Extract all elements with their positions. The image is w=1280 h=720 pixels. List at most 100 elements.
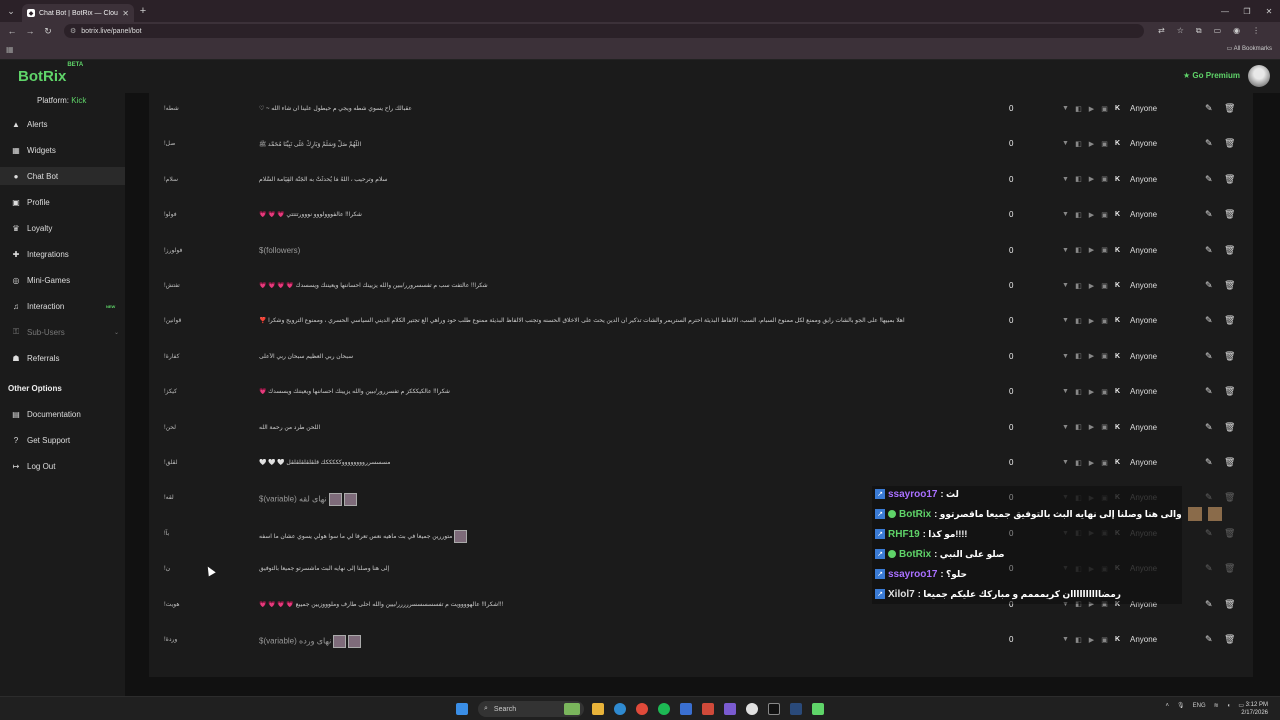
trovo-icon[interactable]: ▣ — [1100, 104, 1109, 113]
delete-icon[interactable]: 🗑 — [1224, 315, 1235, 326]
kick-icon[interactable]: K — [1113, 352, 1122, 361]
trovo-icon[interactable]: ▣ — [1100, 423, 1109, 432]
edit-icon[interactable]: ✎ — [1205, 634, 1213, 645]
trovo-icon[interactable]: ▣ — [1100, 175, 1109, 184]
youtube-icon[interactable]: ▶ — [1087, 281, 1096, 290]
edit-icon[interactable]: ✎ — [1205, 492, 1213, 503]
chat-icon[interactable]: ◧ — [1074, 635, 1083, 644]
trovo-icon[interactable]: ▣ — [1100, 246, 1109, 255]
permission-level[interactable]: Anyone — [1130, 281, 1157, 290]
kick-icon[interactable]: K — [1113, 635, 1122, 644]
permission-level[interactable]: Anyone — [1130, 210, 1157, 219]
chat-icon[interactable]: ◧ — [1074, 423, 1083, 432]
kick-icon[interactable]: K — [1113, 104, 1122, 113]
twitch-icon[interactable]: ▼ — [1061, 281, 1070, 290]
chevron-up-icon[interactable]: ˄ — [1166, 703, 1170, 709]
app-icon[interactable] — [768, 703, 780, 715]
delete-icon[interactable]: 🗑 — [1224, 280, 1235, 291]
site-info-icon[interactable]: ⚙ — [70, 27, 76, 35]
edit-icon[interactable]: ✎ — [1205, 209, 1213, 220]
chat-icon[interactable]: ◧ — [1074, 139, 1083, 148]
tab-search-icon[interactable]: ⌄ — [0, 0, 22, 22]
profile-icon[interactable]: ◉ — [1233, 26, 1240, 36]
close-window-icon[interactable]: ✕ — [1258, 0, 1280, 22]
kick-icon[interactable]: K — [1113, 246, 1122, 255]
youtube-icon[interactable]: ▶ — [1087, 246, 1096, 255]
delete-icon[interactable]: 🗑 — [1224, 138, 1235, 149]
edit-icon[interactable]: ✎ — [1205, 245, 1213, 256]
youtube-icon[interactable]: ▶ — [1087, 104, 1096, 113]
twitch-icon[interactable]: ▼ — [1061, 458, 1070, 467]
chat-icon[interactable]: ◧ — [1074, 246, 1083, 255]
forward-icon[interactable]: → — [24, 26, 36, 36]
tab-close-icon[interactable]: ✕ — [122, 9, 129, 18]
spotify-icon[interactable] — [658, 703, 670, 715]
delete-icon[interactable]: 🗑 — [1224, 245, 1235, 256]
extensions-icon[interactable]: ⧉ — [1196, 26, 1202, 36]
sidebar-item-integrations[interactable]: ✚ Integrations — [0, 245, 125, 263]
go-premium-button[interactable]: ★ Go Premium — [1183, 71, 1240, 80]
kick-icon[interactable]: K — [1113, 210, 1122, 219]
edit-icon[interactable]: ✎ — [1205, 103, 1213, 114]
edit-icon[interactable]: ✎ — [1205, 528, 1213, 539]
sidepanel-icon[interactable]: ▭ — [1214, 26, 1222, 36]
chat-icon[interactable]: ◧ — [1074, 281, 1083, 290]
youtube-icon[interactable]: ▶ — [1087, 423, 1096, 432]
sidebar-item-profile[interactable]: ▣ Profile — [0, 193, 125, 211]
file-explorer-icon[interactable] — [592, 703, 604, 715]
steam-icon[interactable] — [790, 703, 802, 715]
menu-icon[interactable]: ⋮ — [1252, 26, 1260, 36]
translate-icon[interactable]: ⇄ — [1158, 26, 1165, 36]
edit-icon[interactable]: ✎ — [1205, 138, 1213, 149]
chat-icon[interactable]: ◧ — [1074, 458, 1083, 467]
wifi-icon[interactable]: ≋ — [1214, 702, 1219, 709]
back-icon[interactable]: ← — [6, 26, 18, 36]
kick-icon[interactable]: K — [1113, 139, 1122, 148]
minimize-icon[interactable]: — — [1214, 0, 1236, 22]
delete-icon[interactable]: 🗑 — [1224, 492, 1235, 503]
permission-level[interactable]: Anyone — [1130, 635, 1157, 644]
chat-icon[interactable]: ◧ — [1074, 175, 1083, 184]
twitch-icon[interactable]: ▼ — [1061, 352, 1070, 361]
edit-icon[interactable]: ✎ — [1205, 422, 1213, 433]
kick-icon[interactable] — [812, 703, 824, 715]
chat-icon[interactable]: ◧ — [1074, 316, 1083, 325]
browser-tab[interactable]: ◆ Chat Bot | BotRix — Cloud Strea ✕ — [22, 4, 134, 22]
windows-start-icon[interactable] — [456, 703, 468, 715]
avatar[interactable] — [1248, 65, 1270, 87]
sidebar-item-get-support[interactable]: ? Get Support — [0, 431, 125, 449]
twitch-icon[interactable]: ▼ — [1061, 246, 1070, 255]
sidebar-item-log-out[interactable]: ↦ Log Out — [0, 457, 125, 475]
permission-level[interactable]: Anyone — [1130, 387, 1157, 396]
volume-icon[interactable]: ◖ — [1227, 703, 1231, 709]
chat-icon[interactable]: ◧ — [1074, 210, 1083, 219]
maximize-icon[interactable]: ❐ — [1236, 0, 1258, 22]
edge-icon[interactable] — [614, 703, 626, 715]
youtube-icon[interactable]: ▶ — [1087, 175, 1096, 184]
apps-icon[interactable]: ▦ — [6, 45, 14, 54]
sidebar-item-widgets[interactable]: ▦ Widgets — [0, 141, 125, 159]
botrix-logo[interactable]: BotRixBETA — [18, 62, 83, 85]
obs-icon[interactable] — [746, 703, 758, 715]
youtube-icon[interactable]: ▶ — [1087, 316, 1096, 325]
edit-icon[interactable]: ✎ — [1205, 386, 1213, 397]
permission-level[interactable]: Anyone — [1130, 352, 1157, 361]
edit-icon[interactable]: ✎ — [1205, 174, 1213, 185]
sidebar-item-mini-games[interactable]: ◎ Mini-Games — [0, 271, 125, 289]
kick-icon[interactable]: K — [1113, 387, 1122, 396]
widget-icon[interactable] — [564, 703, 580, 715]
language-indicator[interactable]: ENG — [1193, 703, 1206, 709]
clock[interactable]: 3:12 PM 2/17/2026 — [1241, 701, 1268, 717]
twitch-icon[interactable]: ▼ — [1061, 423, 1070, 432]
twitch-icon[interactable]: ▼ — [1061, 316, 1070, 325]
chat-icon[interactable]: ◧ — [1074, 387, 1083, 396]
permission-level[interactable]: Anyone — [1130, 423, 1157, 432]
delete-icon[interactable]: 🗑 — [1224, 422, 1235, 433]
new-tab-button[interactable]: + — [134, 5, 152, 17]
delete-icon[interactable]: 🗑 — [1224, 174, 1235, 185]
bookmark-star-icon[interactable]: ☆ — [1177, 26, 1184, 36]
twitch-icon[interactable]: ▼ — [1061, 139, 1070, 148]
twitch-icon[interactable]: ▼ — [1061, 210, 1070, 219]
edit-icon[interactable]: ✎ — [1205, 563, 1213, 574]
kick-icon[interactable]: K — [1113, 175, 1122, 184]
